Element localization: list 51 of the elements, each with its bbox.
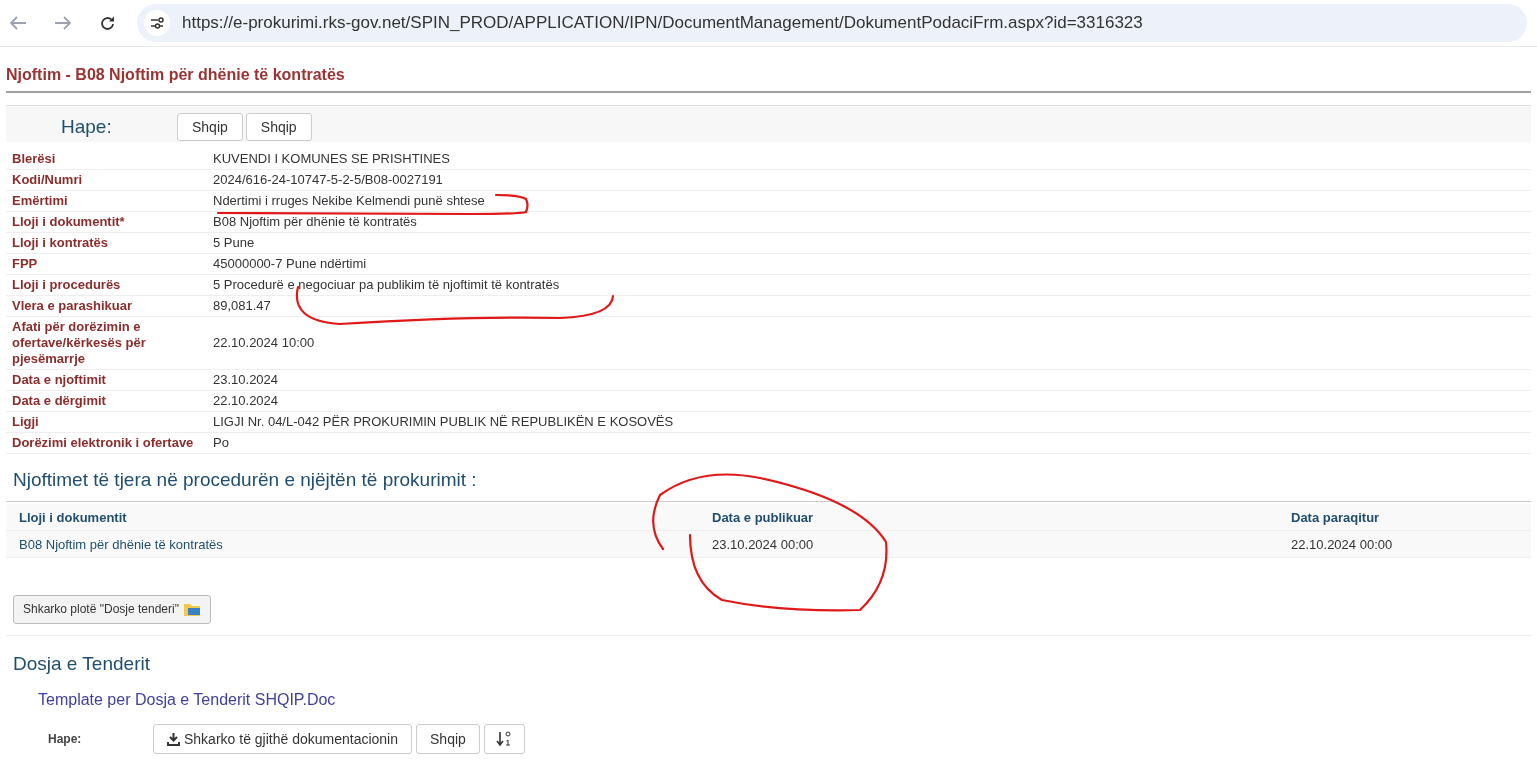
field-label: FPP (11, 255, 39, 273)
field-label: Dorëzimi elektronik i ofertave (11, 434, 195, 452)
download-all-button[interactable]: Shkarko të gjithë dokumentacionin (153, 724, 413, 754)
address-bar[interactable]: https://e-prokurimi.rks-gov.net/SPIN_PROD/APPLICATION/IPN/DocumentManagement/DokumentPodaciFrm.aspx?id=3316323 (137, 4, 1527, 42)
field-label: Lloji i procedurës (11, 276, 122, 294)
field-value: 22.10.2024 10:00 (213, 336, 315, 350)
field-value: 2024/616-24-10747-5-2-5/B08-0027191 (213, 173, 443, 187)
field-value: LIGJI Nr. 04/L-042 PËR PROKURIMIN PUBLIK NË REPUBLIKËN E KOSOVËS (213, 415, 674, 429)
field-label: Data e njoftimit (11, 371, 107, 389)
reload-icon[interactable] (99, 14, 116, 32)
field-value: B08 Njoftim për dhënie të kontratës (213, 215, 417, 229)
section-heading: Dosja e Tenderit (12, 651, 151, 676)
download-icon (167, 732, 180, 746)
table-cell: 22.10.2024 00:00 (1291, 536, 1393, 552)
column-header: Data paraqitur (1291, 509, 1380, 525)
field-value: 5 Procedurë e negociuar pa publikim të njoftimit të kontratës (213, 278, 560, 292)
field-label: Vlera e parashikuar (11, 297, 133, 315)
page-title: Njoftim - B08 Njoftim për dhënie të kontratës (6, 65, 1531, 93)
url-text: https://e-prokurimi.rks-gov.net/SPIN_PROD/APPLICATION/IPN/DocumentManagement/DokumentPodaciFrm.aspx?id=3316323 (182, 12, 1143, 35)
field-label: Ligji (11, 413, 40, 431)
field-label: Lloji i kontratës (11, 234, 110, 252)
sort-button[interactable] (483, 724, 525, 754)
section-heading: Njoftimet të tjera në procedurën e njëjtën të prokurimit : (6, 466, 1531, 502)
field-value: 5 Pune (213, 236, 255, 250)
sort-icon (496, 731, 513, 747)
field-value: 45000000-7 Pune ndërtimi (213, 257, 367, 271)
open-label: Hape: (48, 731, 83, 748)
field-value: KUVENDI I KOMUNES SE PRISHTINES (213, 152, 450, 166)
field-value: 22.10.2024 (213, 394, 279, 408)
language-button[interactable]: Shqip (245, 113, 312, 141)
language-button[interactable]: Shqip (416, 724, 480, 754)
document-link[interactable]: B08 Njoftim për dhënie të kontratës (19, 536, 223, 552)
zip-folder-icon (182, 601, 201, 617)
field-label: Lloji i dokumentit* (11, 213, 126, 231)
field-label: Kodi/Numri (11, 171, 84, 189)
field-label: Afati për dorëzimin e ofertave/kërkesës për pjesëmarrje (11, 318, 147, 368)
field-value: 23.10.2024 (213, 373, 279, 387)
language-button[interactable]: Shqip (177, 113, 243, 141)
download-zip-button[interactable]: Shkarko plotë "Dosje tenderi" (13, 594, 211, 624)
template-link[interactable]: Template per Dosja e Tenderit SHQIP.Doc (38, 691, 336, 708)
column-header: Data e publikuar (712, 509, 814, 525)
field-label: Data e dërgimit (11, 392, 107, 410)
column-header: Lloji i dokumentit (19, 509, 127, 525)
site-settings-icon[interactable] (144, 10, 170, 36)
table-cell: 23.10.2024 00:00 (712, 536, 814, 552)
field-label: Emërtimi (11, 192, 69, 210)
field-value: 89,081.47 (213, 299, 271, 313)
open-label: Hape: (61, 114, 113, 139)
field-value: Po (213, 436, 229, 450)
field-label: Blerësi (11, 150, 57, 168)
field-value: Ndertimi i rruges Nekibe Kelmendi punë shtese (213, 194, 485, 208)
